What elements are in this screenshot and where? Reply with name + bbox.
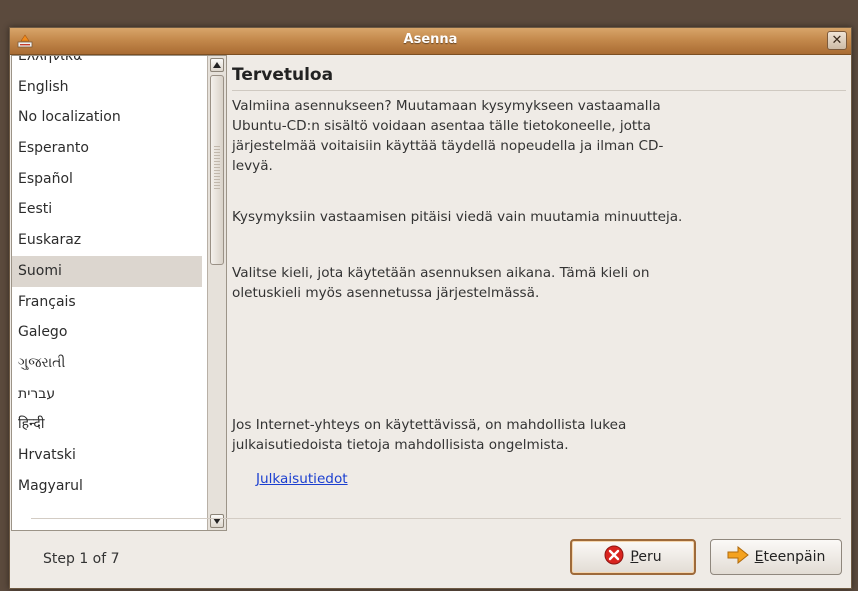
arrow-right-icon	[727, 545, 749, 568]
list-item[interactable]: Hrvatski	[12, 440, 202, 471]
list-item[interactable]: Français	[12, 287, 202, 318]
list-item[interactable]: Español	[12, 164, 202, 195]
title-divider	[232, 90, 846, 91]
list-item[interactable]: Esperanto	[12, 133, 202, 164]
internet-hint-text: Jos Internet-yhteys on käytettävissä, on…	[232, 417, 627, 453]
list-item[interactable]: ગુજરાતી	[12, 348, 202, 379]
list-item[interactable]: No localization	[12, 102, 202, 133]
list-item[interactable]: English	[12, 72, 202, 103]
cancel-icon	[604, 545, 624, 569]
installer-window: Asenna ✕ Ελληνικά English No localizatio…	[9, 27, 852, 589]
release-notes-link[interactable]: Julkaisutiedot	[256, 471, 348, 487]
step-indicator: Step 1 of 7	[43, 551, 120, 567]
language-items: Ελληνικά English No localization Esperan…	[12, 56, 202, 502]
titlebar[interactable]: Asenna ✕	[10, 28, 851, 55]
scroll-thumb[interactable]	[210, 75, 224, 265]
scroll-up-icon[interactable]	[210, 58, 224, 72]
window-title: Asenna	[403, 32, 458, 47]
grip-icon	[214, 146, 220, 190]
list-item-selected[interactable]: Suomi	[12, 255, 202, 287]
list-item[interactable]: Ελληνικά	[12, 56, 202, 72]
next-button[interactable]: Eteenpäin	[710, 539, 842, 575]
intro-text: Valmiina asennukseen? Muutamaan kysymyks…	[232, 98, 664, 174]
footer-divider	[31, 518, 841, 519]
list-item[interactable]: हिन्दी	[12, 409, 202, 440]
duration-text: Kysymyksiin vastaamisen pitäisi viedä va…	[232, 209, 683, 225]
page-title: Tervetuloa	[232, 65, 334, 85]
cancel-button[interactable]: Peru	[570, 539, 696, 575]
cancel-label: Peru	[630, 549, 662, 565]
next-label: Eteenpäin	[754, 549, 826, 565]
list-item[interactable]: Eesti	[12, 194, 202, 225]
close-icon[interactable]: ✕	[827, 31, 847, 50]
language-list[interactable]: Ελληνικά English No localization Esperan…	[11, 55, 227, 531]
list-item[interactable]: Galego	[12, 317, 202, 348]
language-scrollbar[interactable]	[207, 56, 226, 530]
scroll-down-icon[interactable]	[210, 514, 224, 528]
list-item[interactable]: Euskaraz	[12, 225, 202, 256]
list-item[interactable]: Magyarul	[12, 471, 202, 502]
list-item[interactable]: עברית	[12, 379, 202, 410]
language-hint-text: Valitse kieli, jota käytetään asennuksen…	[232, 265, 650, 301]
